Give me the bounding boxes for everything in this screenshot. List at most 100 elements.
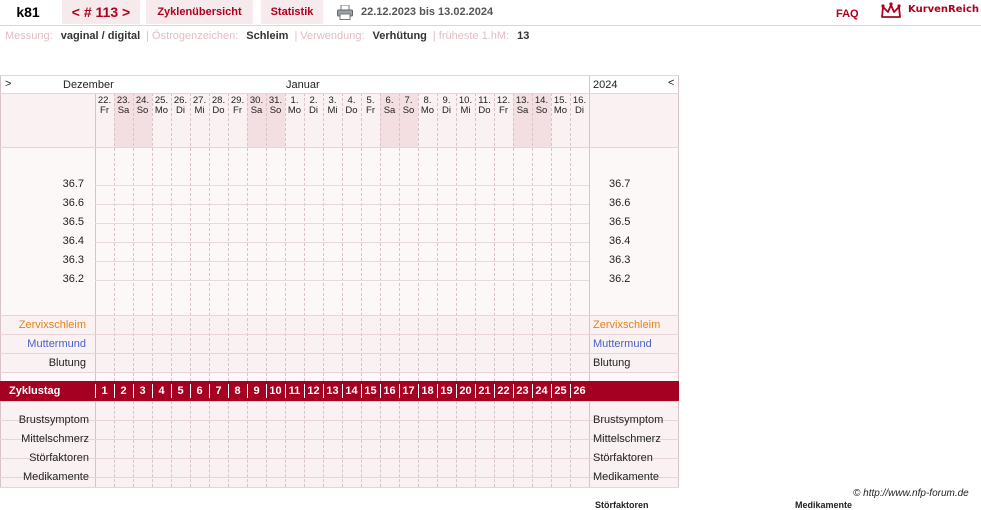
day-header[interactable]: 2. Di <box>304 96 323 116</box>
day-header[interactable]: 29. Fr <box>228 96 247 116</box>
day-header[interactable]: 6. Sa <box>380 96 399 116</box>
cycle-day-number[interactable]: 15 <box>361 381 380 401</box>
cycle-day-number[interactable]: 3 <box>133 381 152 401</box>
day-header[interactable]: 12. Fr <box>494 96 513 116</box>
day-header[interactable]: 25. Mo <box>152 96 171 116</box>
day-header[interactable]: 24. So <box>133 96 152 116</box>
column-line <box>437 93 438 381</box>
cycle-day-number[interactable]: 18 <box>418 381 437 401</box>
weekday: Di <box>309 105 318 116</box>
weekday: Sa <box>383 105 396 116</box>
nav-left-arrow[interactable]: > <box>5 78 11 90</box>
cycle-day-number[interactable]: 5 <box>171 381 190 401</box>
day-header[interactable]: 13. Sa <box>513 96 532 116</box>
row-label-right: Blutung <box>593 357 631 369</box>
column-line <box>418 93 419 381</box>
year-label: 2024 <box>593 79 618 91</box>
weekday: So <box>535 105 548 116</box>
weekday: Mo <box>553 105 568 116</box>
cycle-day-number[interactable]: 10 <box>266 381 285 401</box>
day-header[interactable]: 30. Sa <box>247 96 266 116</box>
row-label-left: Muttermund <box>27 338 86 350</box>
row-line <box>0 93 679 94</box>
printer-icon[interactable] <box>337 5 353 20</box>
cycle-day-number[interactable]: 20 <box>456 381 475 401</box>
day-header[interactable]: 28. Do <box>209 96 228 116</box>
temp-label-right: 36.2 <box>609 273 631 285</box>
cycle-day-divider <box>532 384 533 398</box>
cycle-day-number[interactable]: 7 <box>209 381 228 401</box>
column-line <box>475 93 476 381</box>
cycle-day-divider <box>494 384 495 398</box>
day-header[interactable]: 4. Do <box>342 96 361 116</box>
day-header[interactable]: 8. Mo <box>418 96 437 116</box>
day-header[interactable]: 22. Fr <box>95 96 114 116</box>
weekday: Mi <box>194 105 205 116</box>
verwendung-label: Verwendung: <box>300 30 365 42</box>
month-dezember: Dezember <box>63 79 114 91</box>
weekday: Sa <box>117 105 130 116</box>
day-header[interactable]: 1. Mo <box>285 96 304 116</box>
footer-credit[interactable]: © http://www.nfp-forum.de <box>853 488 969 499</box>
cycle-day-number[interactable]: 17 <box>399 381 418 401</box>
column-line <box>532 93 533 381</box>
cycle-day-number[interactable]: 14 <box>342 381 361 401</box>
cycle-day-number[interactable]: 26 <box>570 381 589 401</box>
crown-logo-icon[interactable] <box>880 2 902 20</box>
weekday: So <box>402 105 415 116</box>
weekday: So <box>269 105 282 116</box>
day-header[interactable]: 26. Di <box>171 96 190 116</box>
cycle-day-number[interactable]: 19 <box>437 381 456 401</box>
cycle-navigation[interactable]: < # 113 > <box>62 0 140 24</box>
temp-gridline <box>95 185 589 186</box>
cycle-day-number[interactable]: 9 <box>247 381 266 401</box>
hm-value: 13 <box>517 30 530 42</box>
cycle-day-number[interactable]: 4 <box>152 381 171 401</box>
cycle-day-number[interactable]: 8 <box>228 381 247 401</box>
border-left <box>0 75 1 487</box>
cycle-day-number[interactable]: 11 <box>285 381 304 401</box>
day-header[interactable]: 15. Mo <box>551 96 570 116</box>
day-header[interactable]: 23. Sa <box>114 96 133 116</box>
column-line <box>285 401 286 487</box>
cycle-day-number[interactable]: 6 <box>190 381 209 401</box>
cycle-day-number[interactable]: 16 <box>380 381 399 401</box>
nav-right-arrow[interactable]: < <box>668 77 674 89</box>
cycle-day-divider <box>190 384 191 398</box>
cycle-day-number[interactable]: 24 <box>532 381 551 401</box>
day-header[interactable]: 10. Mi <box>456 96 475 116</box>
logo-text[interactable]: KurvenReich <box>908 4 979 15</box>
tab-zyklenuebersicht[interactable]: Zyklenübersicht <box>146 0 253 24</box>
day-header[interactable]: 31. So <box>266 96 285 116</box>
column-line <box>399 401 400 487</box>
cycle-day-divider <box>171 384 172 398</box>
cycle-day-number[interactable]: 25 <box>551 381 570 401</box>
cycle-day-number[interactable]: 22 <box>494 381 513 401</box>
cycle-day-number[interactable]: 23 <box>513 381 532 401</box>
column-line <box>494 93 495 381</box>
cycle-day-number[interactable]: 1 <box>95 381 114 401</box>
cycle-day-number[interactable]: 2 <box>114 381 133 401</box>
column-line <box>551 401 552 487</box>
symptom-label-left: Mittelschmerz <box>21 433 89 445</box>
column-line <box>285 93 286 381</box>
cycle-day-number[interactable]: 21 <box>475 381 494 401</box>
weekday: Do <box>212 105 225 116</box>
day-header[interactable]: 5. Fr <box>361 96 380 116</box>
day-header[interactable]: 16. Di <box>570 96 589 116</box>
tab-statistik[interactable]: Statistik <box>261 0 323 24</box>
faq-link[interactable]: FAQ <box>836 2 859 26</box>
cycle-day-number[interactable]: 13 <box>323 381 342 401</box>
row-line <box>0 372 679 373</box>
day-header[interactable]: 11. Do <box>475 96 494 116</box>
cycle-day-divider <box>152 384 153 398</box>
cycle-day-number[interactable]: 12 <box>304 381 323 401</box>
row-line <box>0 439 679 440</box>
day-header[interactable]: 3. Mi <box>323 96 342 116</box>
temp-label-right: 36.6 <box>609 197 631 209</box>
day-header[interactable]: 7. So <box>399 96 418 116</box>
day-header[interactable]: 14. So <box>532 96 551 116</box>
cycle-day-divider <box>266 384 267 398</box>
day-header[interactable]: 27. Mi <box>190 96 209 116</box>
day-header[interactable]: 9. Di <box>437 96 456 116</box>
